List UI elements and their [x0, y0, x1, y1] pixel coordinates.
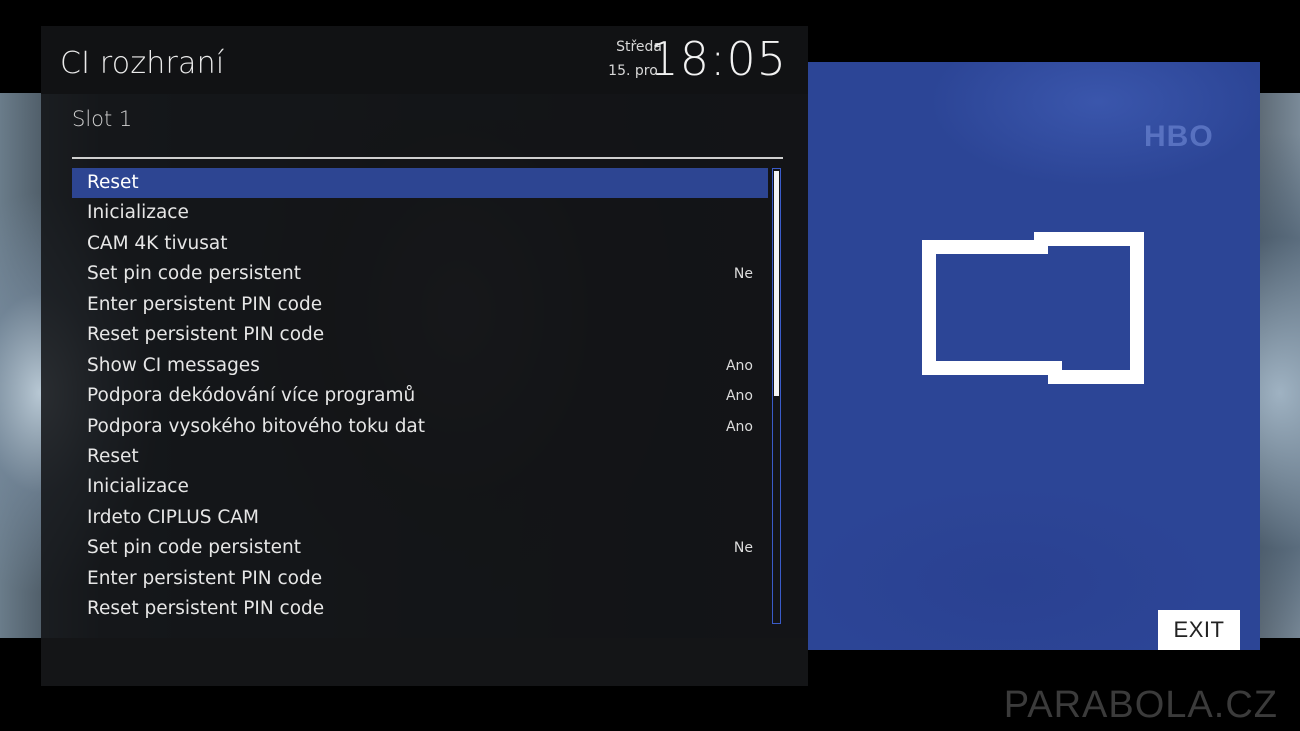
- menu-item-cam-name[interactable]: Irdeto CIPLUS CAM: [72, 503, 768, 533]
- slot-title: Slot 1: [72, 107, 133, 131]
- menu-item-label: Podpora vysokého bitového toku dat: [87, 415, 426, 437]
- menu-item-label: Reset: [87, 172, 139, 193]
- menu-item-label: Set pin code persistent: [87, 263, 302, 285]
- menu-item-enter-pin[interactable]: Enter persistent PIN code: [72, 290, 768, 320]
- menu-item-cam-name[interactable]: CAM 4K tivusat: [72, 229, 768, 259]
- menu-item-show-ci-messages[interactable]: Show CI messages Ano: [72, 351, 768, 381]
- preview-pane: HBO EXIT: [808, 62, 1260, 650]
- menu-item-label: Inicializace: [87, 202, 189, 224]
- menu-item-value: Ano: [725, 357, 753, 374]
- menu-item-initialize[interactable]: Inicializace: [72, 198, 768, 228]
- scrollbar[interactable]: [772, 168, 781, 624]
- menu-item-label: Irdeto CIPLUS CAM: [87, 506, 259, 528]
- menu-item-label: Reset: [87, 445, 139, 467]
- menu-item-set-pin-persistent[interactable]: Set pin code persistent Ne: [72, 533, 768, 563]
- menu-item-value: Ano: [725, 388, 753, 405]
- menu-item-enter-pin[interactable]: Enter persistent PIN code: [72, 564, 768, 594]
- divider: [72, 157, 783, 159]
- ci-menu-panel: CI rozhraní Středa 15. pro. 18:05 Slot 1…: [41, 26, 808, 686]
- menu-item-label: Reset persistent PIN code: [87, 324, 325, 346]
- menu-item-label: Enter persistent PIN code: [87, 567, 323, 589]
- ci-slot-icon: [922, 232, 1144, 384]
- menu-item-label: Podpora dekódování více programů: [87, 385, 416, 407]
- scrollbar-thumb[interactable]: [774, 171, 779, 396]
- page-title: CI rozhraní: [60, 46, 225, 81]
- menu-item-label: Set pin code persistent: [87, 537, 302, 559]
- menu-item-value: Ne: [733, 266, 753, 283]
- menu-item-label: Show CI messages: [87, 354, 260, 376]
- watermark: PARABOLA.CZ: [1003, 684, 1278, 726]
- menu-item-value: Ano: [725, 418, 753, 435]
- exit-button[interactable]: EXIT: [1158, 610, 1240, 650]
- menu-item-label: Enter persistent PIN code: [87, 293, 323, 315]
- clock: 18:05: [649, 32, 787, 86]
- menu-item-multi-decoding[interactable]: Podpora dekódování více programů Ano: [72, 381, 768, 411]
- menu-item-label: CAM 4K tivusat: [87, 232, 228, 254]
- channel-logo: HBO: [1144, 120, 1214, 153]
- menu-item-value: Ne: [733, 540, 753, 557]
- menu-item-initialize[interactable]: Inicializace: [72, 472, 768, 502]
- menu-item-set-pin-persistent[interactable]: Set pin code persistent Ne: [72, 259, 768, 289]
- menu-item-reset[interactable]: Reset: [72, 168, 768, 199]
- menu-item-reset-pin[interactable]: Reset persistent PIN code: [72, 594, 768, 624]
- panel-footer: [41, 638, 808, 686]
- menu-item-label: Reset persistent PIN code: [87, 598, 325, 620]
- menu-item-reset[interactable]: Reset: [72, 442, 768, 472]
- menu-item-label: Inicializace: [87, 476, 189, 498]
- menu-list: Reset Inicializace CAM 4K tivusat Set pi…: [72, 168, 768, 625]
- menu-item-high-bitrate[interactable]: Podpora vysokého bitového toku dat Ano: [72, 412, 768, 442]
- menu-item-reset-pin[interactable]: Reset persistent PIN code: [72, 320, 768, 350]
